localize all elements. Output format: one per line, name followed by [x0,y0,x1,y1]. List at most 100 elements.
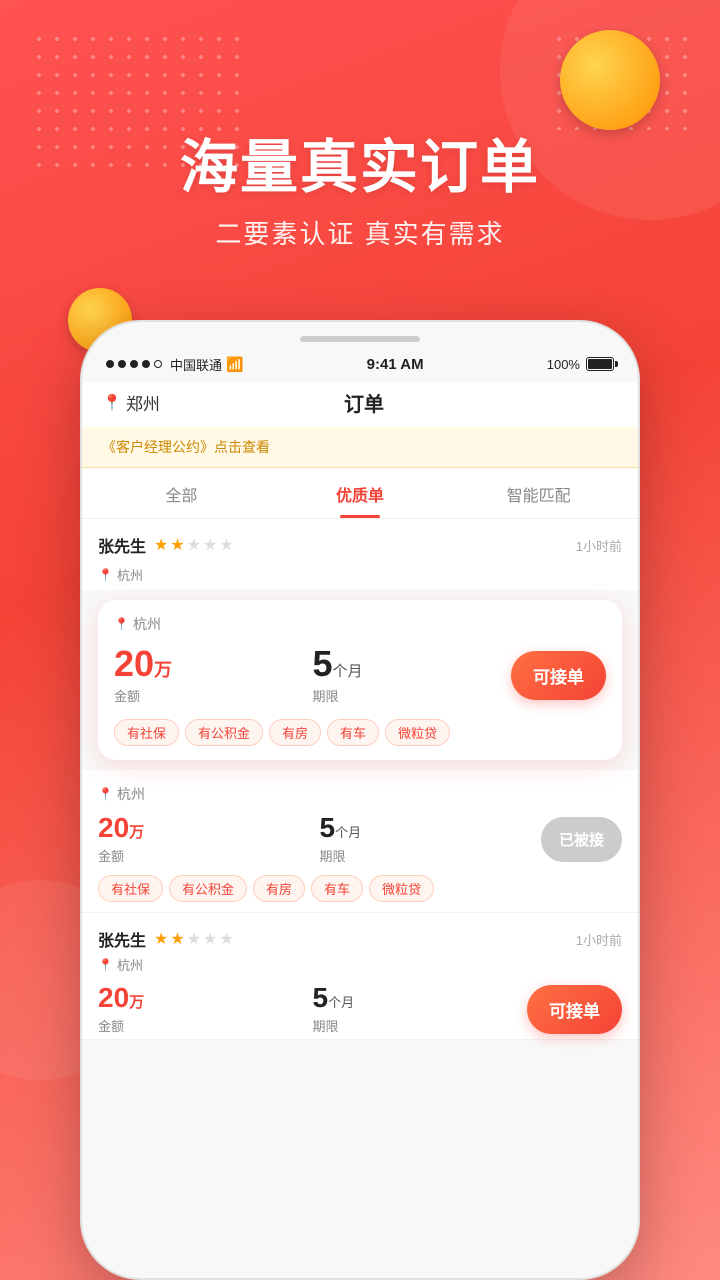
tag-social-insurance: 有社保 [114,719,179,746]
coin-decoration-top-right [560,30,660,130]
tag-microloan: 微粒贷 [385,719,450,746]
order-2-location-row: 📍 杭州 [98,784,622,804]
tab-smart[interactable]: 智能匹配 [449,468,628,518]
order-1-location: 杭州 [117,565,143,584]
order-1-tags: 有社保 有公积金 有房 有车 微粒贷 [114,719,606,746]
order-2-card: 📍 杭州 20万 金额 5个月 期限 [82,770,638,913]
battery-fill [588,359,612,369]
order-1-username: 张先生 [98,533,146,557]
signal-dot-1 [106,360,114,368]
order-3-amount-unit: 万 [129,994,144,1011]
location-city: 郑州 [126,390,160,415]
order-1-pin-icon: 📍 [98,568,113,582]
order-2-amount-unit: 万 [129,824,144,841]
order-1-stars: ★ ★ ★ ★ ★ [154,535,234,555]
order-1-card-city: 杭州 [133,614,161,634]
order-2-pin-icon: 📍 [98,787,113,801]
notch-bar [300,336,420,342]
order-2-amount-number: 20 [98,812,129,843]
tab-all[interactable]: 全部 [92,468,271,518]
order-1-amount-value: 20万 [114,646,313,682]
order-2-city: 杭州 [117,784,145,804]
star-2: ★ [170,535,184,555]
order-2-period-value: 5个月 [320,814,542,842]
order-3-user-row: 张先生 ★ ★ ★ ★ ★ [98,927,234,951]
battery-icon [586,357,614,371]
o3-star-5: ★ [219,929,233,949]
signal-dot-2 [118,360,126,368]
order-3-accept-button[interactable]: 可接单 [527,985,622,1034]
o3-star-1: ★ [154,929,168,949]
order-2-amounts-row: 20万 金额 5个月 期限 已被接 [98,814,622,865]
banner-text: 《客户经理公约》点击查看 [102,439,270,455]
tag-o2-housing: 有公积金 [169,875,247,902]
tag-o2-car: 有车 [311,875,363,902]
order-1-period-number: 5 [313,643,333,684]
location-pin-icon: 📍 [102,393,122,413]
order-3-amounts-row: 20万 金额 5个月 期限 可接单 [98,984,622,1035]
order-1-amount-label: 金额 [114,686,313,705]
star-5: ★ [219,535,233,555]
hero-subtitle: 二要素认证 真实有需求 [0,214,720,251]
signal-dot-3 [130,360,138,368]
order-3-time: 1小时前 [576,930,622,949]
order-1-location-row: 📍 杭州 [82,563,638,590]
status-left: 中国联通 📶 [106,355,243,374]
order-2-period-unit: 个月 [335,825,361,840]
order-2-period-number: 5 [320,812,336,843]
app-header: 📍 郑州 订单 [82,382,638,427]
signal-dot-5 [154,360,162,368]
status-bar: 中国联通 📶 9:41 AM 100% [82,346,638,382]
order-3-amount-block: 20万 金额 [98,984,313,1035]
order-1-time: 1小时前 [576,536,622,555]
order-3-username: 张先生 [98,927,146,951]
tabs-bar: 全部 优质单 智能匹配 [82,468,638,519]
order-3-period-unit: 个月 [328,995,354,1010]
order-1-amount-unit: 万 [154,660,172,680]
star-1: ★ [154,535,168,555]
wifi-icon: 📶 [226,356,243,373]
order-1-amounts-row: 20万 金额 5个月 期限 可接单 [114,646,606,705]
order-2-amount-block: 20万 金额 [98,814,320,865]
order-2-period-block: 5个月 期限 [320,814,542,865]
order-3-header: 张先生 ★ ★ ★ ★ ★ 1小时前 [98,927,622,951]
order-1-amount-number: 20 [114,643,154,684]
order-2-amount-value: 20万 [98,814,320,842]
order-2-tags-list: 有社保 有公积金 有房 有车 微粒贷 [98,875,622,902]
star-4: ★ [203,535,217,555]
battery-percent: 100% [547,357,580,372]
o3-star-4: ★ [203,929,217,949]
order-1-accept-button[interactable]: 可接单 [511,651,606,700]
order-1-period-label: 期限 [313,686,512,705]
status-right: 100% [547,357,614,372]
order-3-location-row: 📍 杭州 [98,955,622,974]
tab-quality[interactable]: 优质单 [271,468,450,518]
o3-star-3: ★ [187,929,201,949]
phone-notch [82,322,638,342]
tag-house: 有房 [269,719,321,746]
order-3-period-value: 5个月 [313,984,528,1012]
order-1-period-unit: 个月 [333,663,363,680]
order-2-tags: 有社保 有公积金 有房 有车 微粒贷 [98,875,622,902]
status-time: 9:41 AM [367,356,424,373]
tag-car: 有车 [327,719,379,746]
background: 海量真实订单 二要素认证 真实有需求 中国联通 📶 9:41 AM [0,0,720,1280]
order-2-period-label: 期限 [320,846,542,865]
tag-o2-social: 有社保 [98,875,163,902]
signal-dot-4 [142,360,150,368]
order-2-amount-label: 金额 [98,846,320,865]
order-1-period-value: 5个月 [313,646,512,682]
banner[interactable]: 《客户经理公约》点击查看 [82,427,638,468]
order-3-amount-number: 20 [98,982,129,1013]
order-1-tags-list: 有社保 有公积金 有房 有车 微粒贷 [114,719,606,746]
order-1-amount-block: 20万 金额 [114,646,313,705]
order-2-accept-button: 已被接 [541,817,622,862]
order-3-stars: ★ ★ ★ ★ ★ [154,929,234,949]
star-3: ★ [187,535,201,555]
phone-mockup: 中国联通 📶 9:41 AM 100% 📍 郑州 订单 [80,320,640,1280]
phone-screen: 中国联通 📶 9:41 AM 100% 📍 郑州 订单 [80,320,640,1280]
carrier-label: 中国联通 [170,355,222,374]
tag-o2-microloan: 微粒贷 [369,875,434,902]
location-label[interactable]: 📍 郑州 [102,390,160,415]
tag-o2-house: 有房 [253,875,305,902]
